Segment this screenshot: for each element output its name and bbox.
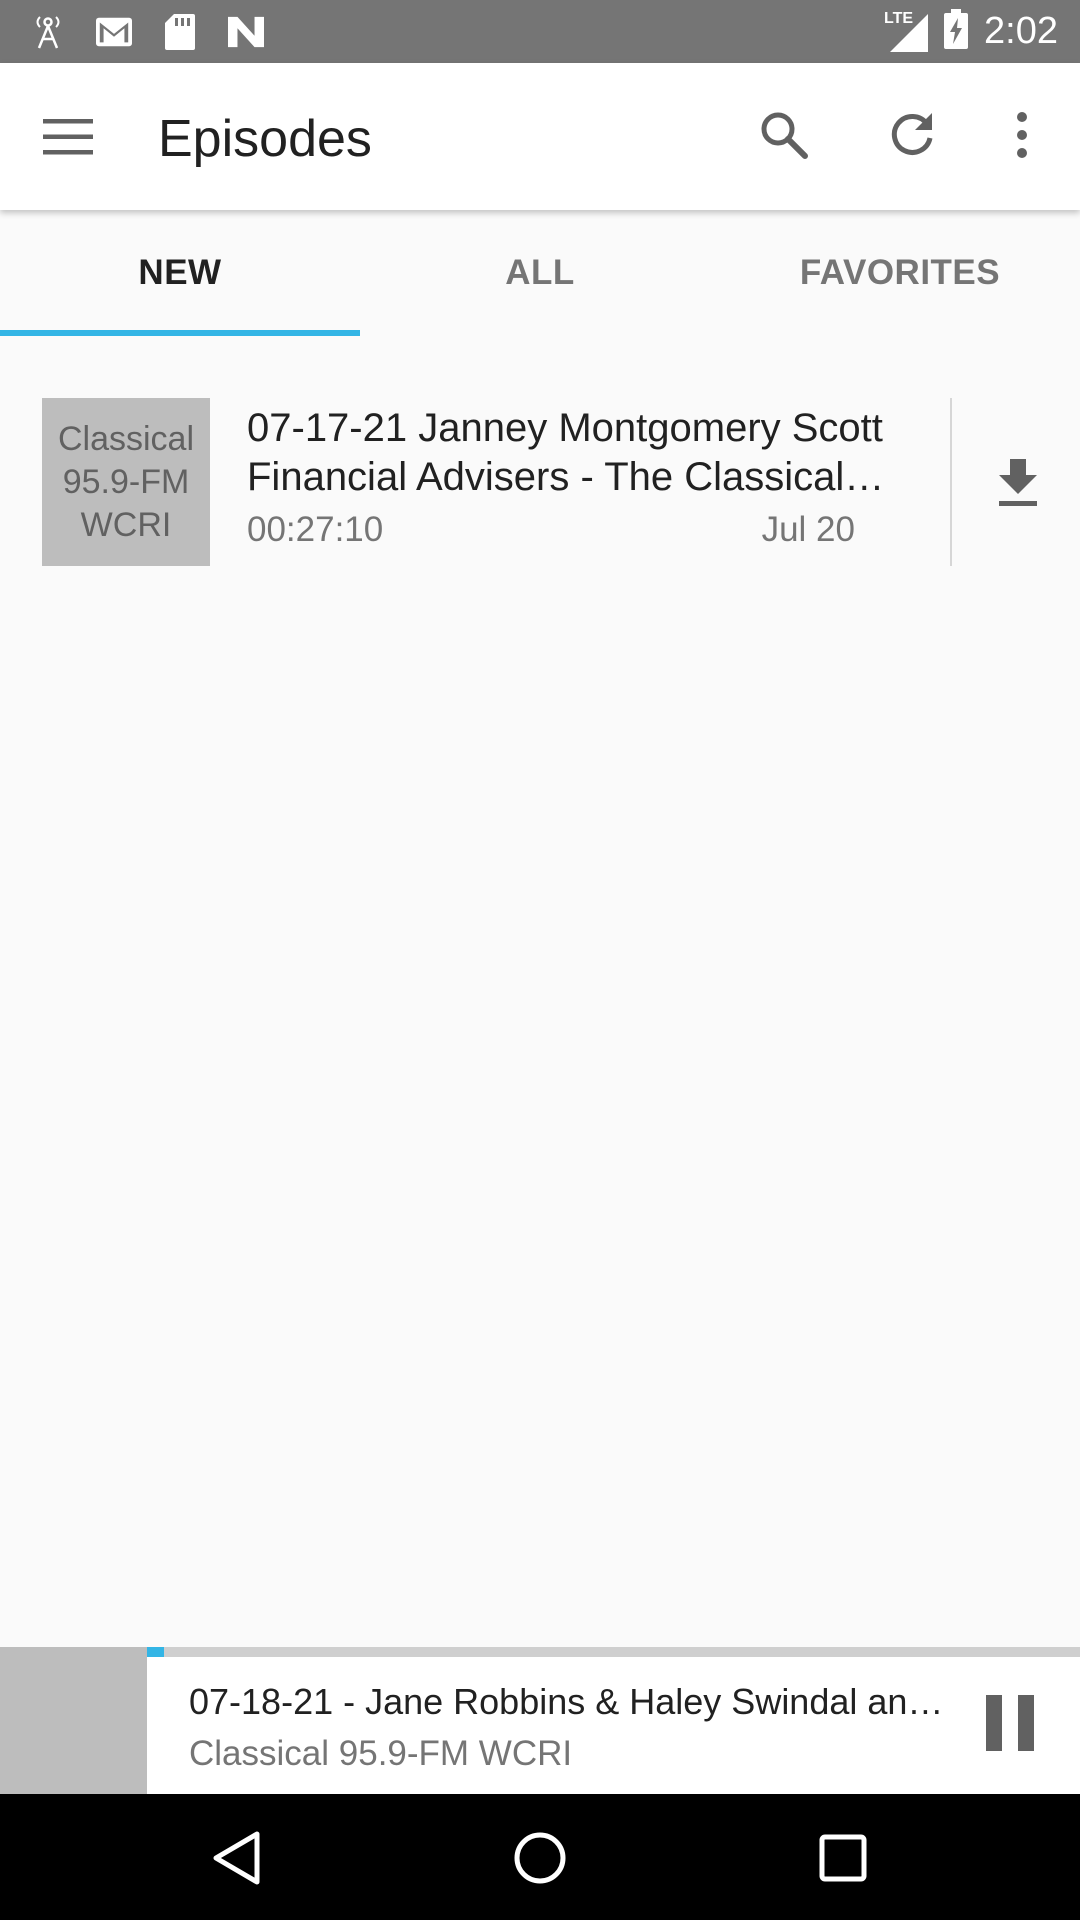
- lte-signal-icon: LTE: [884, 9, 929, 52]
- app-bar: Episodes: [0, 63, 1080, 210]
- hamburger-menu-icon: [43, 119, 93, 155]
- download-button[interactable]: [988, 448, 1048, 518]
- search-button[interactable]: [752, 103, 816, 167]
- refresh-button[interactable]: [880, 103, 944, 167]
- podcast-cover: Classical 95.9-FM WCRI: [42, 398, 210, 566]
- page-title: Episodes: [158, 110, 372, 168]
- back-triangle-icon: [213, 1831, 260, 1885]
- download-icon: [999, 459, 1037, 506]
- status-bar: LTE 2:02: [0, 0, 1080, 63]
- more-vert-icon: [1017, 112, 1027, 158]
- n-logo-icon: [228, 14, 264, 50]
- tab-bar: NEW ALL FAVORITES: [0, 210, 1080, 336]
- tab-new[interactable]: NEW: [0, 210, 360, 336]
- divider: [950, 398, 952, 566]
- playback-progress-bar[interactable]: [147, 1647, 1080, 1657]
- home-button[interactable]: [500, 1818, 580, 1898]
- episode-duration: 00:27:10: [247, 510, 384, 549]
- episode-title: 07-17-21 Janney Montgomery Scott Financi…: [247, 406, 883, 499]
- tab-favorites[interactable]: FAVORITES: [720, 210, 1080, 336]
- antenna-icon: [30, 14, 66, 50]
- playback-progress-fill: [147, 1647, 164, 1657]
- cover-line: Classical: [57, 419, 195, 458]
- status-notification-icons: [30, 13, 264, 50]
- cover-line: 95.9-FM: [62, 462, 190, 501]
- pause-button[interactable]: [982, 1693, 1038, 1753]
- battery-charging-icon: [944, 9, 969, 54]
- home-circle-icon: [514, 1832, 566, 1884]
- menu-button[interactable]: [38, 107, 98, 167]
- now-playing-title: 07-18-21 - Jane Robbins & Haley Swindal …: [189, 1681, 949, 1722]
- tab-all[interactable]: ALL: [360, 210, 720, 336]
- back-button[interactable]: [196, 1818, 276, 1898]
- now-playing-bar[interactable]: 07-18-21 - Jane Robbins & Haley Swindal …: [0, 1647, 1080, 1794]
- status-system-icons: LTE 2:02: [884, 9, 1058, 54]
- search-icon: [761, 112, 808, 159]
- gmail-icon: [96, 14, 132, 50]
- sd-card-icon: [162, 13, 198, 50]
- network-label: LTE: [884, 9, 914, 27]
- now-playing-cover: [0, 1647, 147, 1794]
- recents-square-icon: [819, 1834, 867, 1882]
- now-playing-podcast: Classical 95.9-FM WCRI: [189, 1734, 573, 1773]
- cover-line: WCRI: [80, 505, 172, 544]
- status-time: 2:02: [984, 10, 1058, 52]
- episode-list-item[interactable]: Classical 95.9-FM WCRI 07-17-21 Janney M…: [0, 398, 1080, 568]
- navigation-bar: [0, 1794, 1080, 1920]
- recents-button[interactable]: [803, 1818, 883, 1898]
- refresh-icon: [891, 113, 933, 155]
- pause-icon: [986, 1695, 1034, 1751]
- episode-date: Jul 20: [761, 510, 855, 549]
- more-options-button[interactable]: [1000, 103, 1044, 167]
